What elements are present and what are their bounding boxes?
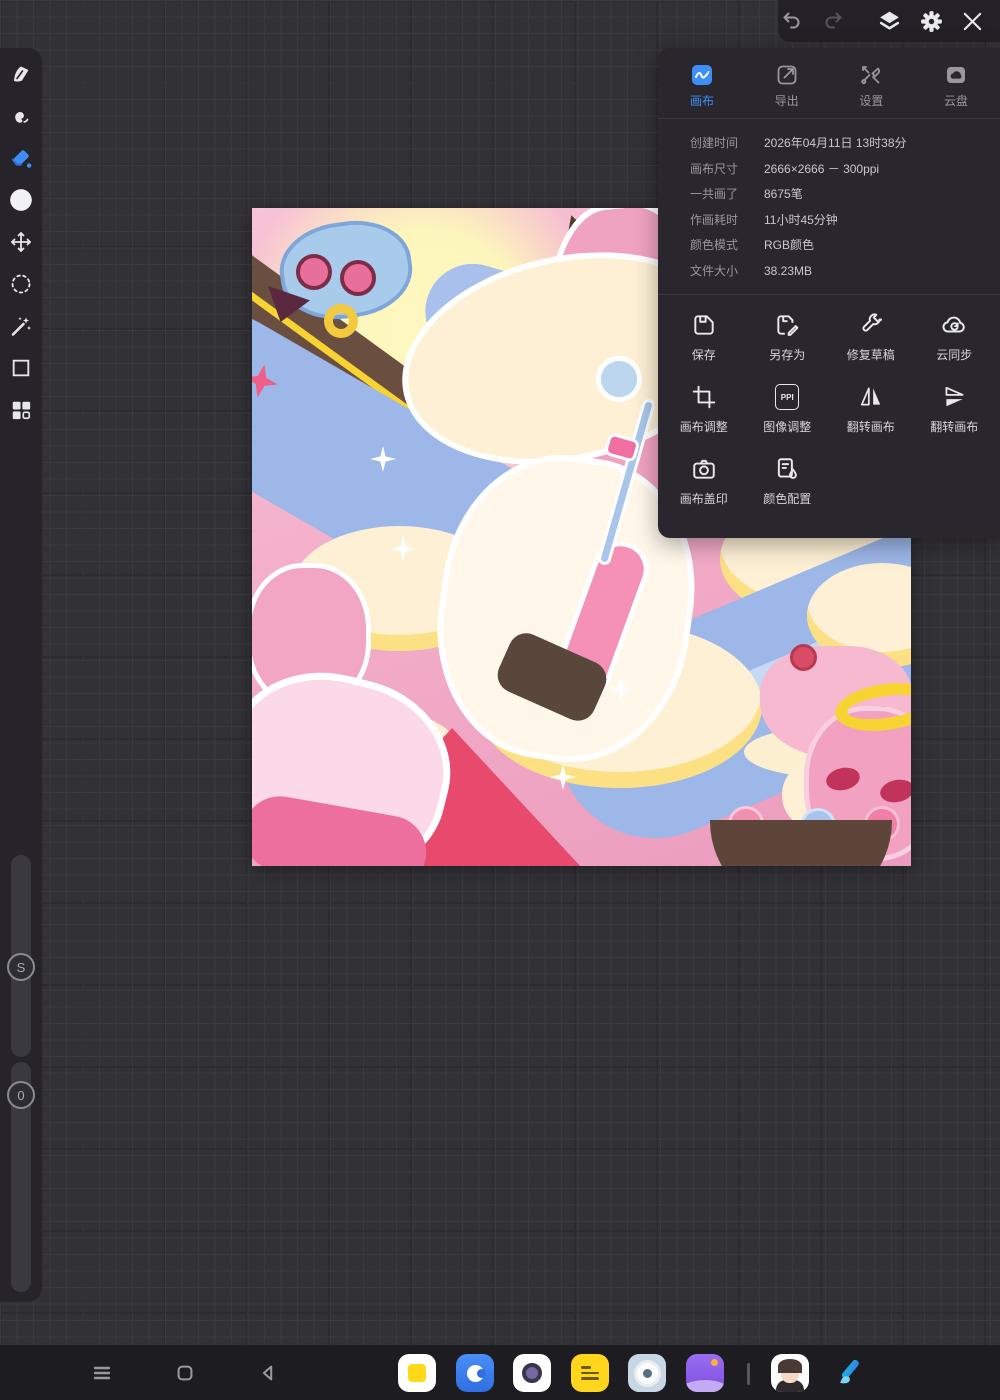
info-value: RGB颜色 — [764, 238, 815, 252]
art-gold-ring — [324, 304, 358, 338]
camera-app-glyph — [522, 1363, 542, 1383]
tab-label: 画布 — [690, 94, 715, 108]
shape-tool[interactable] — [8, 355, 34, 381]
panel-tabs: 画布 导出 设置 云盘 — [658, 48, 1000, 118]
eraser-tool[interactable] — [8, 145, 34, 171]
avatar-app[interactable] — [771, 1354, 809, 1392]
cloud-sync-icon — [941, 311, 967, 339]
undo-icon[interactable] — [778, 7, 805, 35]
tab-canvas[interactable]: 画布 — [690, 63, 714, 109]
art-wand-orb — [596, 356, 642, 402]
flip-canvas-horizontal-button[interactable]: 翻转画布 — [829, 383, 913, 435]
repair-draft-button[interactable]: 修复草稿 — [829, 311, 913, 363]
close-icon[interactable] — [959, 7, 986, 35]
info-value: 2026年04月11日 13时38分 — [764, 136, 907, 150]
info-label: 颜色模式 — [690, 238, 739, 252]
canvas-stamp-icon — [691, 455, 717, 483]
info-row-strokes: 一共画了 8675笔 — [690, 182, 1000, 208]
info-row-color-mode: 颜色模式 RGB颜色 — [690, 233, 1000, 259]
art-bat-goggle — [340, 260, 376, 296]
info-row-created: 创建时间 2026年04月11日 13时38分 — [690, 131, 1000, 157]
redo-icon[interactable] — [819, 7, 846, 35]
info-value: 38.23MB — [764, 263, 813, 278]
move-tool[interactable] — [8, 229, 34, 255]
back-icon[interactable] — [246, 1345, 290, 1400]
tool-strip: S 0 — [0, 48, 42, 1302]
save-as-icon — [774, 311, 800, 339]
cloud-drive-tab-icon — [944, 63, 968, 87]
photos-app-glyph — [408, 1364, 426, 1382]
tab-label: 导出 — [774, 94, 799, 108]
photos-app[interactable] — [398, 1354, 436, 1392]
gallery-app[interactable] — [686, 1354, 724, 1392]
image-adjust-button[interactable]: PPI 图像调整 — [746, 383, 830, 435]
lasso-tool[interactable] — [8, 271, 34, 297]
camera-app[interactable] — [513, 1354, 551, 1392]
settings-app[interactable] — [628, 1354, 666, 1392]
art-bat-goggle — [296, 254, 332, 290]
flip-horizontal-icon — [858, 383, 884, 411]
top-toolbar — [778, 0, 1000, 42]
canvas-stamp-button[interactable]: 画布盖印 — [662, 455, 746, 507]
recents-icon[interactable] — [163, 1345, 207, 1400]
layers-icon[interactable] — [876, 7, 903, 35]
info-label: 画布尺寸 — [690, 161, 739, 176]
paint-tool[interactable] — [8, 61, 34, 87]
canvas-info: 创建时间 2026年04月11日 13时38分 画布尺寸 2666×2666 －… — [658, 119, 1000, 294]
info-label: 创建时间 — [690, 136, 739, 150]
notes-app[interactable] — [571, 1354, 609, 1392]
tools — [0, 48, 42, 423]
repair-draft-icon — [858, 311, 884, 339]
info-row-size: 画布尺寸 2666×2666 － 300ppi — [690, 157, 1000, 183]
art-cherry — [790, 644, 817, 671]
magic-wand-tool[interactable] — [8, 313, 34, 339]
menu-icon[interactable] — [80, 1345, 124, 1400]
color-profile-icon — [774, 455, 800, 483]
info-value: 8675笔 — [764, 187, 803, 201]
cloud-sync-button[interactable]: 云同步 — [913, 311, 997, 363]
save-as-button[interactable]: 另存为 — [746, 311, 830, 363]
tab-cloud-drive[interactable]: 云盘 — [944, 63, 968, 109]
color-profile-button[interactable]: 颜色配置 — [746, 455, 830, 507]
canvas-settings-panel: 画布 导出 设置 云盘 创建时间 2026年04月11日 13时38分 画布尺寸… — [658, 48, 1000, 538]
opacity-slider-knob[interactable]: 0 — [7, 1081, 35, 1109]
art-candy-bowl — [710, 820, 892, 866]
canvas-adjust-icon — [691, 383, 717, 411]
flip-vertical-icon — [941, 383, 967, 411]
settings-tab-icon — [859, 63, 883, 87]
save-icon — [691, 311, 717, 339]
color-swatch[interactable] — [8, 187, 34, 213]
system-taskbar — [0, 1345, 1000, 1400]
info-value: 11小时45分钟 — [764, 212, 838, 227]
gear-icon[interactable] — [918, 7, 945, 35]
opacity-slider[interactable]: 0 — [7, 1062, 35, 1292]
flip-canvas-vertical-button[interactable]: 翻转画布 — [913, 383, 997, 435]
info-label: 作画耗时 — [690, 212, 739, 227]
browser-app-glyph — [466, 1364, 486, 1382]
info-row-time-spent: 作画耗时 11小时45分钟 — [690, 208, 1000, 234]
paintbrush-app[interactable] — [831, 1354, 869, 1392]
canvas-adjust-button[interactable]: 画布调整 — [662, 383, 746, 435]
info-label: 文件大小 — [690, 263, 739, 278]
taskbar-divider — [747, 1363, 750, 1385]
settings-app-glyph — [636, 1362, 658, 1384]
layers-grid-tool[interactable] — [8, 397, 34, 423]
canvas-tab-icon — [690, 63, 714, 87]
tab-label: 设置 — [859, 94, 884, 108]
tab-settings[interactable]: 设置 — [859, 63, 883, 109]
save-button[interactable]: 保存 — [662, 311, 746, 363]
panel-actions: 保存 另存为 修复草稿 云同步 画布调整 PPI 图像调整 翻转画布 翻转画布 … — [658, 295, 1000, 507]
size-slider-knob[interactable]: S — [7, 953, 35, 981]
info-label: 一共画了 — [690, 187, 739, 201]
smudge-tool[interactable] — [8, 103, 34, 129]
info-value: 2666×2666 － 300ppi — [764, 161, 880, 176]
browser-app[interactable] — [456, 1354, 494, 1392]
export-tab-icon — [775, 63, 799, 87]
tab-label: 云盘 — [943, 94, 968, 108]
tab-export[interactable]: 导出 — [775, 63, 799, 109]
brush-size-slider[interactable]: S — [7, 855, 35, 1057]
image-adjust-icon: PPI — [775, 383, 800, 411]
info-row-file-size: 文件大小 38.23MB — [690, 259, 1000, 285]
